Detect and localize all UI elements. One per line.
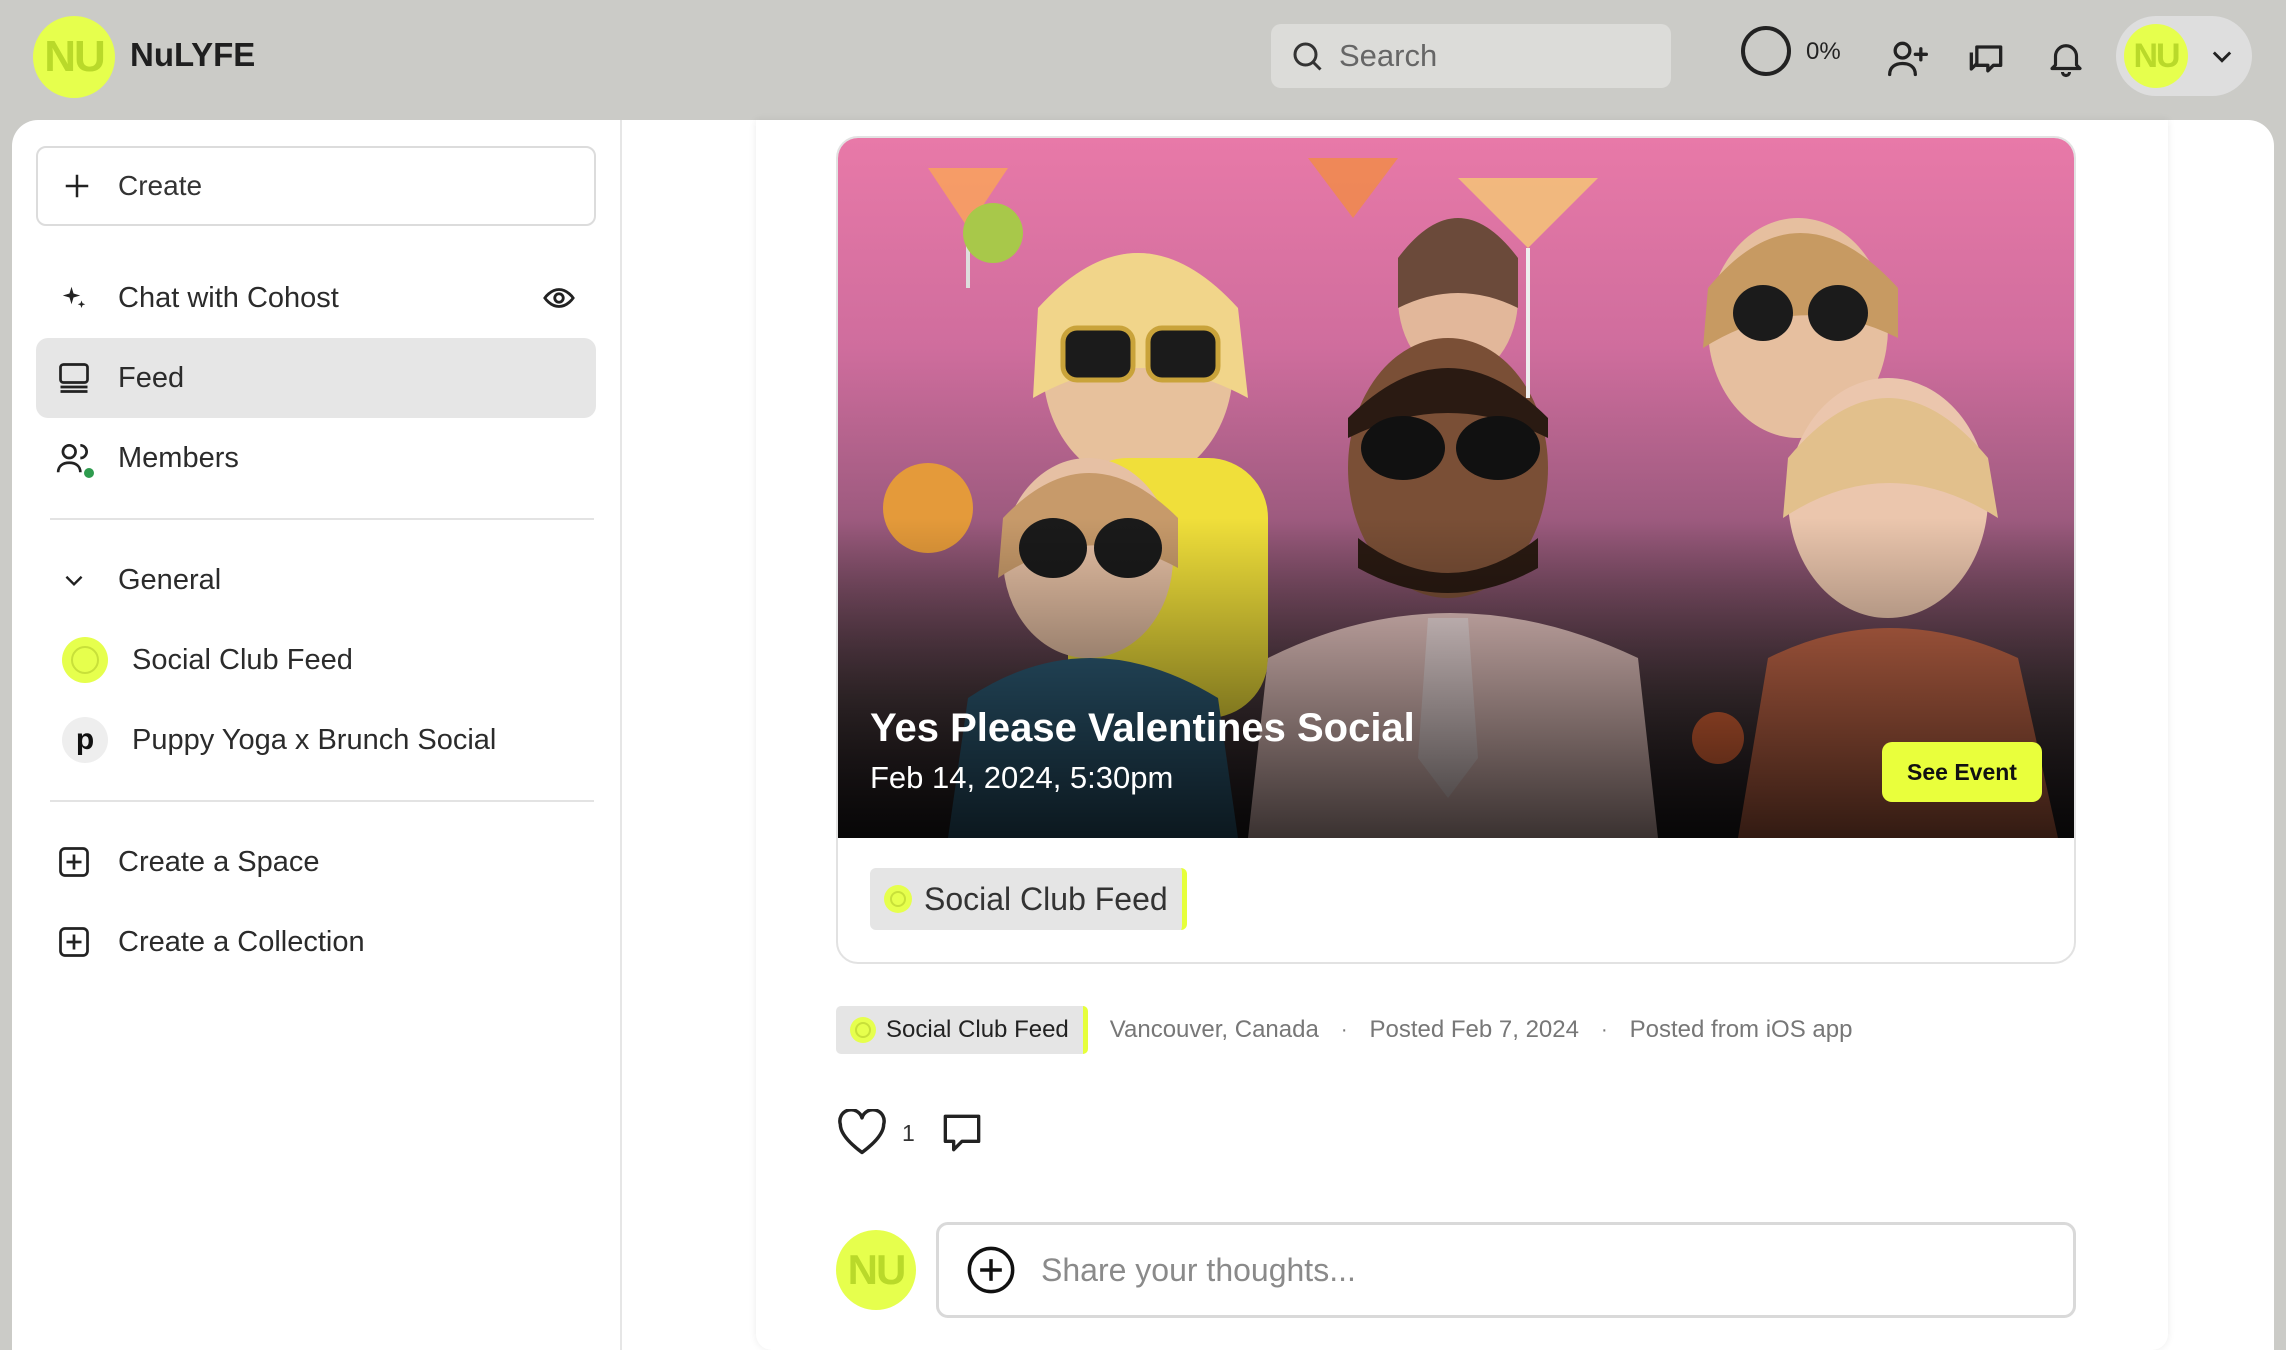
like-count: 1 [902, 1119, 915, 1146]
sidebar-item-puppy-yoga[interactable]: p Puppy Yoga x Brunch Social [36, 700, 596, 780]
post-meta: Social Club Feed Vancouver, Canada · Pos… [836, 1006, 1852, 1054]
plus-icon [65, 174, 89, 198]
sidebar-item-label: Create a Space [118, 845, 320, 878]
feed-icon [54, 358, 94, 398]
search-input[interactable]: Search [1271, 24, 1671, 88]
space-tag[interactable]: Social Club Feed [870, 868, 1187, 930]
sidebar-item-chat[interactable]: Chat with Cohost [36, 258, 596, 338]
logo[interactable]: NU [33, 16, 115, 98]
space-icon [850, 1017, 876, 1043]
sidebar-item-create-space[interactable]: Create a Space [36, 822, 596, 902]
sidebar-item-label: Create a Collection [118, 925, 365, 958]
add-user-icon[interactable] [1884, 34, 1932, 82]
app-name[interactable]: NuLYFE [130, 36, 255, 74]
sparkle-icon [54, 278, 94, 318]
progress-text: 0% [1806, 38, 1841, 65]
comment-input[interactable]: Share your thoughts... [936, 1222, 2076, 1318]
divider [50, 518, 594, 520]
sidebar-item-social-club-feed[interactable]: Social Club Feed [36, 620, 596, 700]
plus-square-icon [54, 922, 94, 962]
event-card[interactable]: Yes Please Valentines Social Feb 14, 202… [836, 136, 2076, 964]
search-icon [1293, 42, 1322, 71]
avatar: NU [2124, 24, 2188, 88]
chevron-down-icon [54, 560, 94, 600]
chevron-down-icon [2212, 51, 2232, 63]
see-event-button[interactable]: See Event [1882, 742, 2042, 802]
comment-icon[interactable] [937, 1108, 987, 1158]
space-tag-label: Social Club Feed [924, 880, 1168, 917]
members-icon [54, 438, 96, 480]
space-icon [62, 637, 108, 683]
top-bar: NU NuLYFE Search 0% NU [0, 0, 2286, 120]
eye-icon[interactable] [542, 281, 576, 315]
event-date: Feb 14, 2024, 5:30pm [870, 760, 1174, 795]
space-icon: p [62, 717, 108, 763]
post-source: Posted from iOS app [1629, 1016, 1853, 1043]
sidebar-item-create-collection[interactable]: Create a Collection [36, 902, 596, 982]
bell-icon[interactable] [2042, 34, 2090, 82]
meta-separator: · [1600, 1018, 1608, 1041]
sidebar-item-label: Puppy Yoga x Brunch Social [132, 723, 497, 756]
space-icon [884, 885, 912, 913]
plus-square-icon [54, 842, 94, 882]
post-date: Posted Feb 7, 2024 [1369, 1016, 1579, 1043]
create-label: Create [118, 170, 203, 201]
event-image[interactable]: Yes Please Valentines Social Feb 14, 202… [838, 138, 2074, 838]
meta-separator: · [1340, 1018, 1348, 1041]
space-tag[interactable]: Social Club Feed [836, 1006, 1088, 1054]
messages-icon[interactable] [1962, 34, 2010, 82]
heart-icon[interactable] [836, 1109, 888, 1157]
sidebar-item-label: Social Club Feed [132, 643, 353, 676]
sidebar-item-label: Chat with Cohost [118, 281, 339, 314]
avatar: NU [836, 1230, 916, 1310]
sidebar: Create Chat with Cohost Feed Members Gen… [12, 120, 622, 1350]
divider [50, 800, 594, 802]
space-tag-label: Social Club Feed [886, 1016, 1069, 1043]
sidebar-item-label: Feed [118, 361, 185, 394]
sidebar-group-general[interactable]: General [36, 540, 596, 620]
sidebar-item-feed[interactable]: Feed [36, 338, 596, 418]
create-button[interactable]: Create [36, 146, 596, 226]
post-actions: 1 [836, 1106, 987, 1160]
online-dot [82, 466, 96, 480]
event-title[interactable]: Yes Please Valentines Social [870, 706, 1415, 751]
profile-menu[interactable]: NU [2116, 16, 2252, 96]
sidebar-group-label: General [118, 563, 222, 596]
plus-circle-icon[interactable] [965, 1244, 1017, 1296]
sidebar-item-label: Members [118, 441, 239, 474]
comment-placeholder: Share your thoughts... [1041, 1251, 1356, 1288]
post-location: Vancouver, Canada [1109, 1016, 1319, 1043]
sidebar-item-members[interactable]: Members [36, 418, 596, 498]
progress-ring-icon[interactable] [1741, 26, 1791, 76]
search-placeholder: Search [1339, 38, 1438, 73]
